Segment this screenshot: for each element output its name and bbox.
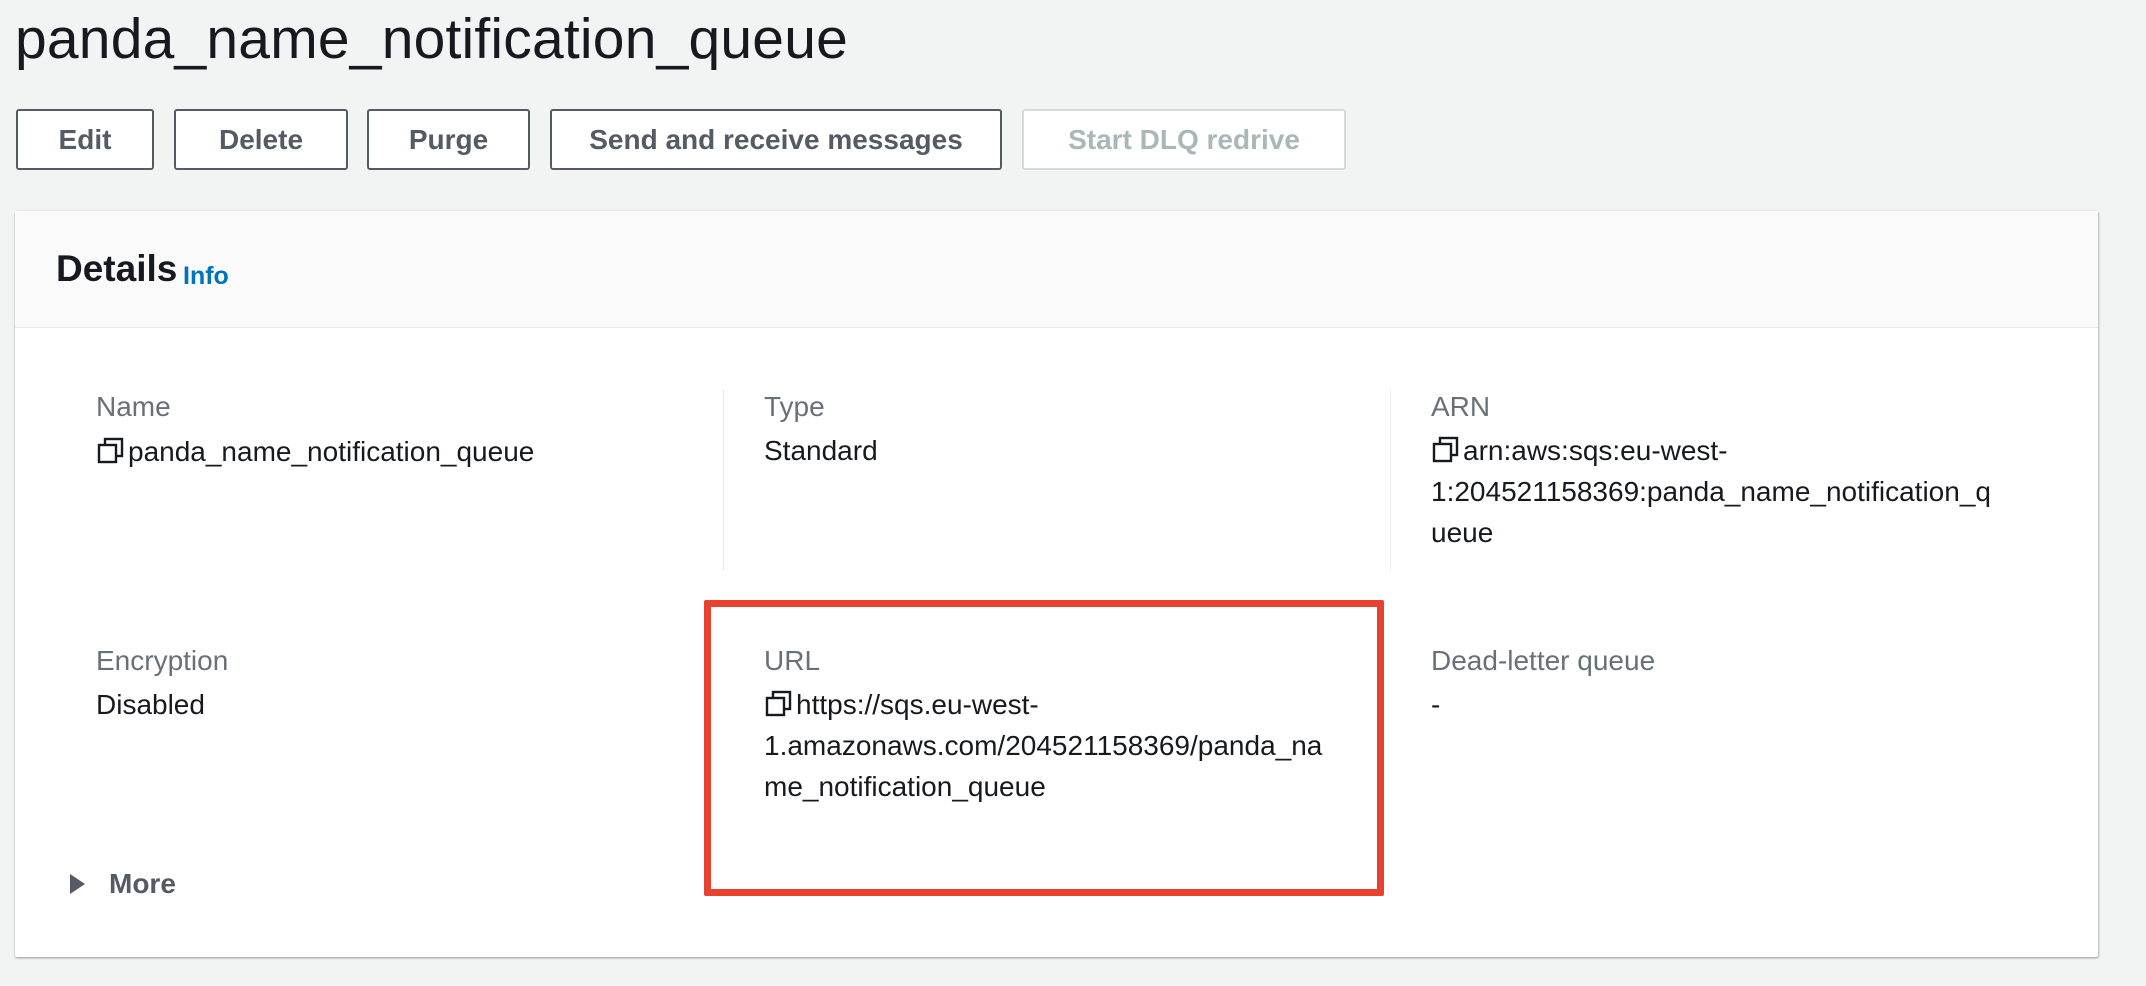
dead-letter-queue-value: - [1431,689,1441,720]
url-highlight-annotation [704,600,1384,896]
arn-label: ARN [1431,391,1491,422]
arn-line-1: arn:aws:sqs:eu-west- [1463,435,1728,466]
delete-button[interactable]: Delete [174,109,348,170]
details-title: Details [56,248,178,289]
column-divider [1390,389,1391,571]
purge-button[interactable]: Purge [367,109,530,170]
name-label: Name [96,391,171,422]
start-dlq-redrive-button: Start DLQ redrive [1022,109,1346,170]
more-expander[interactable]: More [70,868,176,900]
arn-line-3: ueue [1431,517,1494,548]
name-value-text: panda_name_notification_queue [128,436,535,467]
arn-line-2: 1:204521158369:panda_name_notification_q [1431,476,1991,507]
encryption-value: Disabled [96,689,205,720]
arn-value: arn:aws:sqs:eu-west- 1:204521158369:pand… [1431,430,1991,553]
copy-icon[interactable] [1431,435,1461,465]
edit-button[interactable]: Edit [16,109,154,170]
send-and-receive-messages-button[interactable]: Send and receive messages [550,109,1002,170]
details-panel-header: Details Info [15,211,2098,328]
info-link[interactable]: Info [183,262,229,291]
dead-letter-queue-label: Dead-letter queue [1431,645,1656,676]
type-label: Type [764,391,825,422]
page-title: panda_name_notification_queue [15,7,848,71]
name-value: panda_name_notification_queue [96,431,534,472]
copy-icon[interactable] [96,436,126,466]
type-value: Standard [764,435,878,466]
arn-line: arn:aws:sqs:eu-west- [1431,430,1991,471]
more-label: More [109,868,176,899]
caret-right-icon [70,874,85,894]
encryption-label: Encryption [96,645,229,676]
column-divider [723,389,724,571]
